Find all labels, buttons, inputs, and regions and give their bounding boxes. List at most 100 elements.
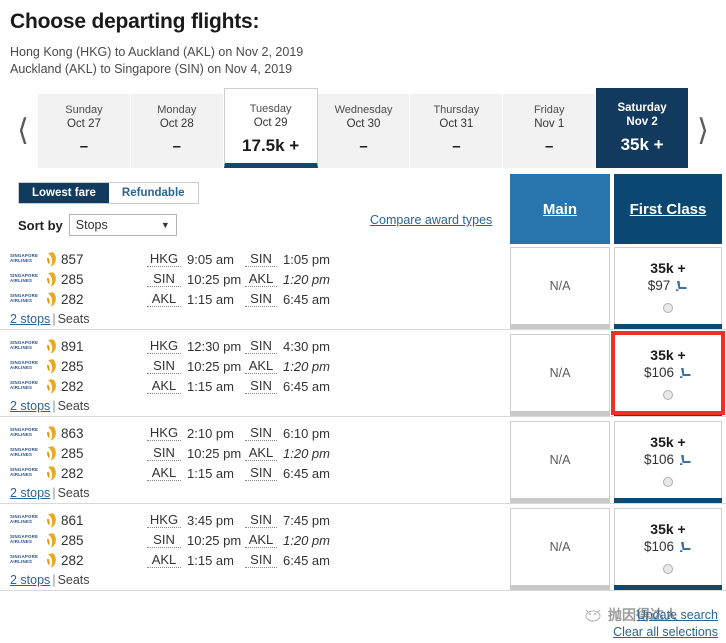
destination-airport: SIN — [245, 512, 277, 528]
bird-icon — [47, 378, 56, 393]
column-header-main[interactable]: Main — [510, 174, 610, 244]
flight-segment: SINGAPORE AIRLINES 282 AKL 1:15 am SIN 6:45 am — [10, 376, 510, 396]
stops-line: 2 stops | Seats — [10, 573, 510, 587]
fare-cell-first-class[interactable]: 35k + $106 — [614, 508, 722, 590]
airline-logo: SINGAPORE AIRLINES — [10, 465, 58, 481]
itinerary-line-1: Hong Kong (HKG) to Auckland (AKL) on Nov… — [10, 45, 304, 59]
fare-cell-first-class[interactable]: 35k + $97 — [614, 247, 722, 329]
date-tab-day: Oct 28 — [159, 118, 194, 130]
bird-icon — [47, 425, 56, 440]
airline-logo-text: SINGAPORE AIRLINES — [10, 272, 39, 284]
fare-cell-main[interactable]: N/A — [510, 508, 610, 590]
date-tab-oct-31[interactable]: Thursday Oct 31 – — [410, 94, 504, 168]
origin-airport: HKG — [147, 425, 181, 441]
destination-airport: AKL — [245, 271, 277, 287]
date-tab-nov-2[interactable]: Saturday Nov 2 35k + — [596, 88, 689, 168]
fare-radio-button[interactable] — [663, 390, 673, 400]
date-tab-oct-29[interactable]: Tuesday Oct 29 17.5k + — [223, 88, 318, 168]
fare-col-first-class: 35k + $106 — [614, 508, 722, 590]
toggle-refundable[interactable]: Refundable — [108, 183, 198, 203]
airline-logo: SINGAPORE AIRLINES — [10, 425, 58, 441]
origin-airport: AKL — [147, 552, 181, 568]
toggle-lowest-fare[interactable]: Lowest fare — [19, 183, 109, 203]
date-tab-oct-28[interactable]: Monday Oct 28 – — [130, 94, 224, 168]
bird-icon — [47, 338, 56, 353]
fare-unavailable-label: N/A — [549, 279, 571, 293]
destination-airport: SIN — [245, 552, 277, 568]
destination-airport: SIN — [245, 465, 277, 481]
fare-unavailable-label: N/A — [549, 453, 571, 467]
airline-logo: SINGAPORE AIRLINES — [10, 532, 58, 548]
sort-by-label: Sort by — [18, 217, 63, 233]
bird-icon — [47, 465, 56, 480]
fare-col-first-class: 35k + $97 — [614, 247, 722, 329]
airline-logo: SINGAPORE AIRLINES — [10, 445, 58, 461]
stops-line: 2 stops | Seats — [10, 486, 510, 500]
airline-logo: SINGAPORE AIRLINES — [10, 251, 58, 267]
fare-miles: 35k + — [650, 347, 686, 363]
stops-line: 2 stops | Seats — [10, 399, 510, 413]
fare-cell-main[interactable]: N/A — [510, 334, 610, 416]
airline-logo: SINGAPORE AIRLINES — [10, 512, 58, 528]
stops-line: 2 stops | Seats — [10, 312, 510, 326]
stops-link[interactable]: 2 stops — [10, 573, 50, 587]
fare-cell-first-class[interactable]: 35k + $106 — [614, 421, 722, 503]
date-tab-nov-1[interactable]: Friday Nov 1 – — [503, 94, 597, 168]
arrival-time: 6:45 am — [283, 465, 330, 481]
chevron-right-icon[interactable]: ⟩ — [688, 116, 718, 146]
divider: | — [52, 573, 56, 587]
flight-segment: SINGAPORE AIRLINES 891 HKG 12:30 pm SIN 4:30 p… — [10, 336, 510, 356]
date-tab-oct-30[interactable]: Wednesday Oct 30 – — [317, 94, 411, 168]
column-header-first-class[interactable]: First Class — [614, 174, 722, 244]
departure-time: 9:05 am — [187, 251, 234, 267]
update-search-link[interactable]: Update search — [613, 608, 718, 622]
fare-radio-button[interactable] — [663, 564, 673, 574]
destination-airport: SIN — [245, 291, 277, 307]
fare-cell-main[interactable]: N/A — [510, 247, 610, 329]
date-tab-oct-27[interactable]: Sunday Oct 27 – — [38, 94, 131, 168]
flight-number: 285 — [61, 358, 84, 374]
bird-icon — [47, 271, 56, 286]
stops-link[interactable]: 2 stops — [10, 399, 50, 413]
flight-segment: SINGAPORE AIRLINES 285 SIN 10:25 pm AKL 1:20 p… — [10, 269, 510, 289]
chevron-left-icon[interactable]: ⟨ — [8, 116, 38, 146]
fare-cash: $97 — [647, 278, 671, 293]
destination-airport: AKL — [245, 445, 277, 461]
airline-logo-text: SINGAPORE AIRLINES — [10, 379, 39, 391]
flight-segment: SINGAPORE AIRLINES 285 SIN 10:25 pm AKL 1:20 p… — [10, 356, 510, 376]
flight-number: 285 — [61, 271, 84, 287]
fare-cash-row: $97 — [648, 277, 689, 295]
divider: | — [52, 486, 56, 500]
fare-radio-button[interactable] — [663, 477, 673, 487]
bird-icon — [47, 532, 56, 547]
fare-cash-row: $106 — [644, 364, 692, 382]
date-tab-price: – — [79, 138, 89, 155]
flight-segment: SINGAPORE AIRLINES 285 SIN 10:25 pm AKL 1:20 p… — [10, 443, 510, 463]
date-tab-day: Oct 27 — [66, 118, 101, 130]
arrival-time: 1:05 pm — [283, 251, 330, 267]
flight-number: 282 — [61, 465, 84, 481]
airline-logo-text: SINGAPORE AIRLINES — [10, 292, 39, 304]
date-tab-day: Nov 1 — [534, 118, 565, 130]
chevron-down-icon: ▼ — [160, 220, 170, 230]
stops-link[interactable]: 2 stops — [10, 312, 50, 326]
fare-radio-button[interactable] — [663, 303, 673, 313]
seats-label: Seats — [57, 573, 90, 587]
compare-award-types-link[interactable]: Compare award types — [370, 213, 492, 227]
sort-by-select[interactable]: Stops ▼ — [68, 214, 177, 236]
date-tab-dow: Tuesday — [249, 103, 292, 115]
departure-time: 2:10 pm — [187, 425, 234, 441]
flight-segment: SINGAPORE AIRLINES 861 HKG 3:45 pm SIN 7:45 pm — [10, 510, 510, 530]
departure-time: 1:15 am — [187, 291, 234, 307]
stops-link[interactable]: 2 stops — [10, 486, 50, 500]
arrival-time: 1:20 pm — [283, 271, 330, 287]
watermark-logo-icon — [585, 609, 601, 622]
fare-cash: $106 — [643, 365, 675, 380]
fare-cell-first-class[interactable]: 35k + $106 — [611, 331, 725, 416]
origin-airport: HKG — [147, 512, 181, 528]
bird-icon — [47, 358, 56, 373]
airline-logo-text: SINGAPORE AIRLINES — [10, 426, 39, 438]
clear-all-selections-link[interactable]: Clear all selections — [613, 625, 718, 639]
fare-cell-main[interactable]: N/A — [510, 421, 610, 503]
cell-accent-bar — [510, 324, 610, 329]
